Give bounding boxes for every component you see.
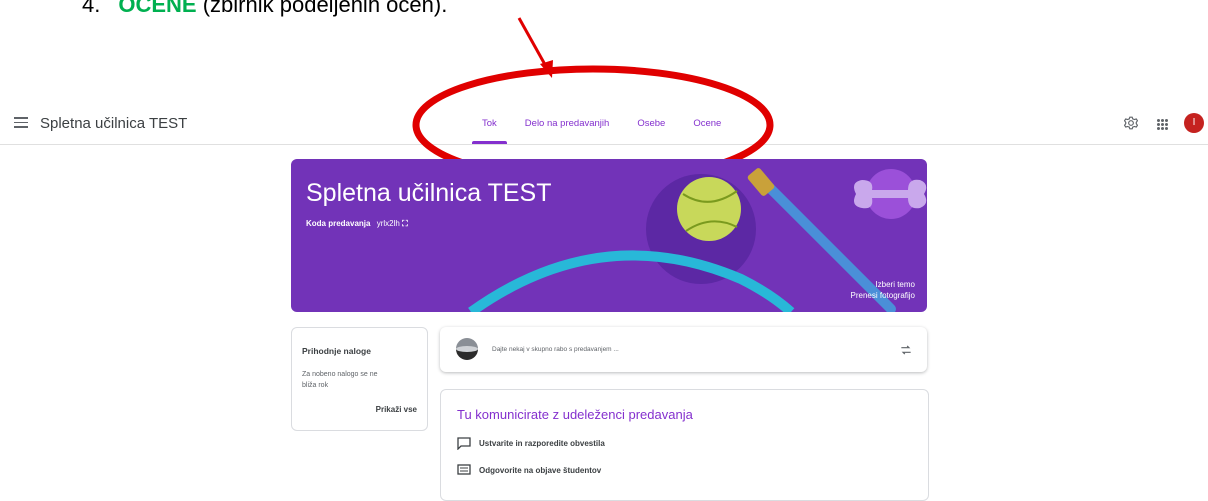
share-input[interactable]: Dajte nekaj v skupno rabo s predavanjem … xyxy=(492,346,619,353)
class-tabs: Tok Delo na predavanjih Osebe Ocene xyxy=(468,103,735,144)
avatar[interactable]: I xyxy=(1184,113,1204,133)
app-header: Spletna učilnica TEST Tok Delo na predav… xyxy=(0,103,1208,145)
share-box[interactable]: Dajte nekaj v skupno rabo s predavanjem … xyxy=(440,327,927,372)
menu-icon[interactable] xyxy=(14,114,28,132)
apps-grid-icon[interactable] xyxy=(1157,119,1168,130)
list-keyword: OCENE xyxy=(118,0,197,17)
view-all-link[interactable]: Prikaži vse xyxy=(376,405,417,414)
user-avatar xyxy=(456,338,478,360)
upcoming-title: Prihodnje naloge xyxy=(302,346,371,356)
message-icon xyxy=(457,437,471,450)
class-code: Koda predavanja yrlx2lh ⛶ xyxy=(306,219,408,229)
communicate-title: Tu komunicirate z udeleženci predavanja xyxy=(457,407,693,422)
tab-people[interactable]: Osebe xyxy=(623,103,679,144)
class-code-value: yrlx2lh xyxy=(376,219,400,228)
fullscreen-icon[interactable]: ⛶ xyxy=(402,219,408,228)
class-code-label: Koda predavanja xyxy=(306,219,371,228)
upcoming-empty-text: Za nobeno nalogo se ne bliža rok xyxy=(302,371,378,389)
banner-title: Spletna učilnica TEST xyxy=(306,179,552,207)
tab-stream[interactable]: Tok xyxy=(468,103,511,144)
tab-classwork[interactable]: Delo na predavanjih xyxy=(511,103,624,144)
class-banner: Spletna učilnica TEST Koda predavanja yr… xyxy=(291,159,927,312)
list-item[interactable]: Ustvarite in razporedite obvestila xyxy=(457,437,605,450)
comment-list-icon xyxy=(457,464,471,475)
class-title[interactable]: Spletna učilnica TEST xyxy=(40,115,187,132)
repost-icon[interactable] xyxy=(899,343,913,357)
tab-grades[interactable]: Ocene xyxy=(679,103,735,144)
gear-icon[interactable] xyxy=(1124,116,1138,130)
select-theme-link[interactable]: Izberi temo xyxy=(875,280,915,289)
document-instruction-line: 4. OCENE (zbirnik podeljenih ocen). xyxy=(82,0,447,18)
list-number: 4. xyxy=(82,0,101,17)
list-item[interactable]: Odgovorite na objave študentov xyxy=(457,464,601,477)
upcoming-assignments-card: Prihodnje naloge Za nobeno nalogo se ne … xyxy=(291,327,428,431)
list-description: (zbirnik podeljenih ocen). xyxy=(202,0,448,17)
upload-photo-link[interactable]: Prenesi fotografijo xyxy=(851,291,915,300)
communicate-card: Tu komunicirate z udeleženci predavanja … xyxy=(440,389,929,501)
